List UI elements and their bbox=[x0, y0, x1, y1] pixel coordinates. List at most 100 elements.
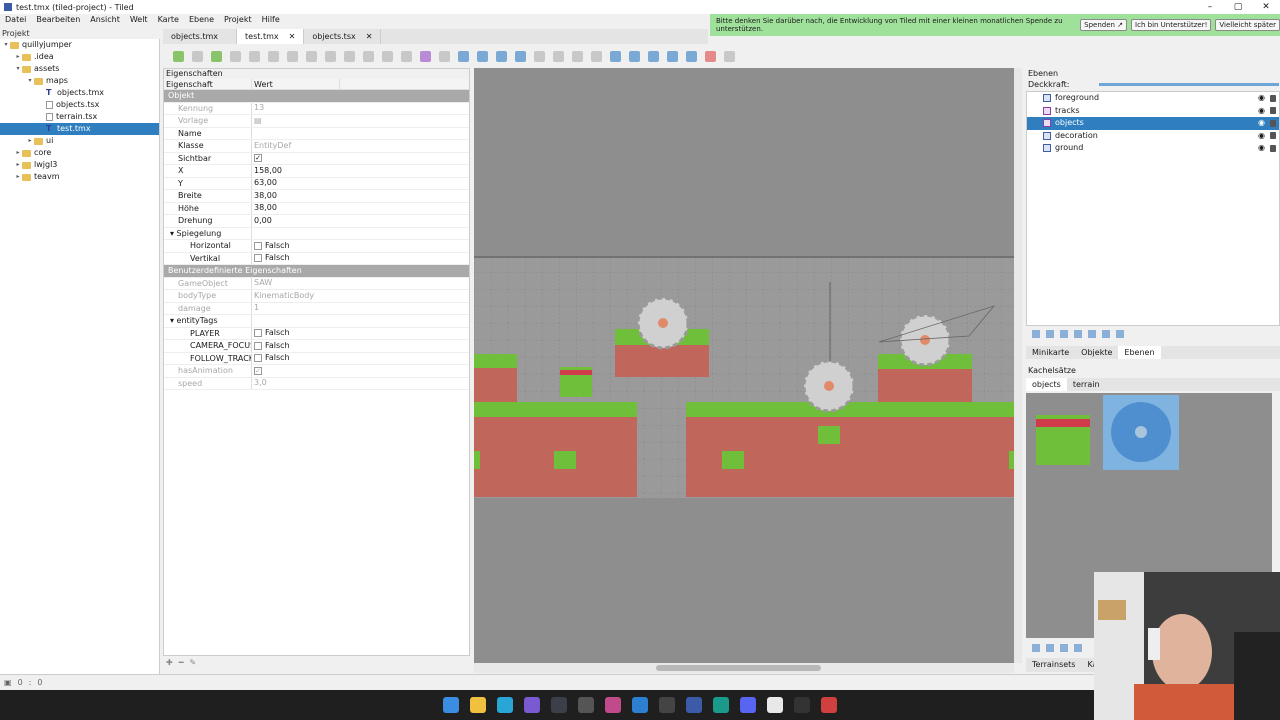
tree-item[interactable]: terrain.tsx bbox=[0, 111, 159, 123]
layer-row[interactable]: foreground ◉ bbox=[1027, 92, 1279, 105]
property-row[interactable]: Horizontal Falsch bbox=[164, 240, 469, 253]
property-row[interactable]: Klasse EntityDef bbox=[164, 140, 469, 153]
add-property-icon[interactable]: ✚ bbox=[166, 658, 173, 670]
checkbox-checked[interactable]: ✓ bbox=[254, 154, 262, 163]
property-value[interactable]: ▤ bbox=[252, 115, 469, 127]
menu-edit[interactable]: Bearbeiten bbox=[31, 14, 85, 26]
checkbox-unchecked[interactable] bbox=[254, 254, 262, 263]
insert-polygon-icon[interactable] bbox=[515, 50, 526, 62]
property-row[interactable]: hasAnimation ✓ bbox=[164, 365, 469, 378]
vertical-scrollbar[interactable] bbox=[1014, 68, 1022, 663]
chevron-icon[interactable]: ▾ bbox=[26, 75, 34, 87]
tileset-tab-objects[interactable]: objects bbox=[1026, 378, 1067, 391]
new-layer-icon[interactable] bbox=[1032, 330, 1040, 338]
donate-button[interactable]: Spenden ↗ bbox=[1080, 19, 1128, 31]
save-icon[interactable] bbox=[211, 50, 222, 62]
steam-icon[interactable] bbox=[551, 697, 567, 713]
rename-property-icon[interactable]: ✎ bbox=[190, 658, 197, 670]
property-row[interactable]: damage 1 bbox=[164, 302, 469, 315]
insert-rectangle-icon[interactable] bbox=[458, 50, 469, 62]
move-icon[interactable] bbox=[610, 50, 621, 62]
menu-help[interactable]: Hilfe bbox=[257, 14, 285, 26]
property-row[interactable]: speed 3,0 bbox=[164, 377, 469, 390]
lock-icon[interactable] bbox=[1270, 132, 1276, 140]
toggle-layers-icon[interactable] bbox=[1102, 330, 1110, 338]
menu-file[interactable]: Datei bbox=[0, 14, 31, 26]
property-row[interactable]: GameObject SAW bbox=[164, 277, 469, 290]
jetbrains-icon[interactable] bbox=[524, 697, 540, 713]
cmd-icon[interactable] bbox=[794, 697, 810, 713]
menu-view[interactable]: Ansicht bbox=[85, 14, 125, 26]
property-value[interactable]: 38,00 bbox=[252, 190, 469, 202]
property-value[interactable]: ✓ bbox=[252, 365, 469, 377]
checkbox-unchecked[interactable] bbox=[254, 329, 262, 338]
insert-point-icon[interactable] bbox=[477, 50, 488, 62]
notepad-icon[interactable] bbox=[767, 697, 783, 713]
menu-project[interactable]: Projekt bbox=[219, 14, 257, 26]
document-tab[interactable]: objects.tmx bbox=[163, 29, 238, 44]
property-row[interactable]: X 158,00 bbox=[164, 165, 469, 178]
property-row[interactable]: Y 63,00 bbox=[164, 177, 469, 190]
property-value[interactable] bbox=[252, 315, 469, 327]
tree-item[interactable]: ▸ lwjgl3 bbox=[0, 159, 159, 171]
insert-text-icon[interactable] bbox=[572, 50, 583, 62]
chevron-icon[interactable]: ▾ bbox=[2, 39, 10, 51]
property-value[interactable] bbox=[252, 228, 469, 240]
property-row[interactable]: FOLLOW_TRACK Falsch bbox=[164, 352, 469, 365]
eraser-icon[interactable] bbox=[344, 50, 355, 62]
rotate-right-icon[interactable] bbox=[686, 50, 697, 62]
property-value[interactable]: 1 bbox=[252, 303, 469, 315]
layer-row[interactable]: ground ◉ bbox=[1027, 142, 1279, 155]
tree-item[interactable]: Tobjects.tmx bbox=[0, 87, 159, 99]
minimize-button[interactable]: – bbox=[1196, 0, 1224, 14]
visibility-eye-icon[interactable]: ◉ bbox=[1258, 142, 1265, 155]
chevron-icon[interactable]: ▸ bbox=[14, 51, 22, 63]
horizontal-scrollbar[interactable] bbox=[474, 663, 1014, 673]
intellij-icon[interactable] bbox=[605, 697, 621, 713]
chevron-icon[interactable]: ▸ bbox=[14, 147, 22, 159]
document-tab[interactable]: test.tmx ✕ bbox=[237, 29, 305, 44]
remove-property-icon[interactable]: ━ bbox=[179, 658, 184, 670]
stamp-icon[interactable] bbox=[268, 50, 279, 62]
tab-terrainsets[interactable]: Terrainsets bbox=[1026, 658, 1081, 672]
tree-item[interactable]: ▸ core bbox=[0, 147, 159, 159]
property-value[interactable]: 13 bbox=[252, 103, 469, 115]
media-icon[interactable] bbox=[821, 697, 837, 713]
terminal-icon[interactable] bbox=[713, 697, 729, 713]
opacity-slider[interactable] bbox=[1099, 82, 1280, 86]
discord-icon[interactable] bbox=[740, 697, 756, 713]
property-row[interactable]: ▾ entityTags bbox=[164, 315, 469, 328]
tab-objects[interactable]: Objekte bbox=[1075, 346, 1118, 359]
new-file-icon[interactable] bbox=[173, 50, 184, 62]
tree-item[interactable]: objects.tsx bbox=[0, 99, 159, 111]
property-value[interactable]: Falsch bbox=[252, 340, 469, 352]
visibility-eye-icon[interactable]: ◉ bbox=[1258, 105, 1265, 118]
select-objects-icon[interactable] bbox=[420, 50, 431, 62]
checkbox-unchecked[interactable] bbox=[254, 341, 262, 350]
menu-world[interactable]: Welt bbox=[125, 14, 153, 26]
property-value[interactable]: Falsch bbox=[252, 240, 469, 252]
close-tab-icon[interactable]: ✕ bbox=[289, 29, 296, 44]
layer-row[interactable]: tracks ◉ bbox=[1027, 105, 1279, 118]
lock-layer-icon[interactable] bbox=[1116, 330, 1124, 338]
obs-icon[interactable] bbox=[578, 697, 594, 713]
magic-wand-icon[interactable] bbox=[382, 50, 393, 62]
edit-tileset-icon[interactable] bbox=[1074, 643, 1082, 652]
horizontal-scroll-thumb[interactable] bbox=[656, 665, 821, 671]
tree-item[interactable]: ▸ ui bbox=[0, 135, 159, 147]
tiled-taskbar-icon[interactable] bbox=[686, 697, 702, 713]
start-icon[interactable] bbox=[443, 697, 459, 713]
insert-template-icon[interactable] bbox=[553, 50, 564, 62]
property-value[interactable]: EntityDef bbox=[252, 140, 469, 152]
property-row[interactable]: Name bbox=[164, 127, 469, 140]
visibility-eye-icon[interactable]: ◉ bbox=[1258, 92, 1265, 105]
visibility-eye-icon[interactable]: ◉ bbox=[1258, 117, 1265, 130]
layer-row[interactable]: objects ◉ bbox=[1027, 117, 1279, 130]
layer-row[interactable]: decoration ◉ bbox=[1027, 130, 1279, 143]
chevron-icon[interactable]: ▸ bbox=[14, 171, 22, 183]
property-value[interactable]: KinematicBody bbox=[252, 290, 469, 302]
player-frog[interactable] bbox=[560, 367, 592, 397]
property-value[interactable]: 158,00 bbox=[252, 165, 469, 177]
raise-layer-icon[interactable] bbox=[1046, 330, 1054, 338]
property-group[interactable]: Benutzerdefinierte Eigenschaften bbox=[164, 265, 469, 278]
